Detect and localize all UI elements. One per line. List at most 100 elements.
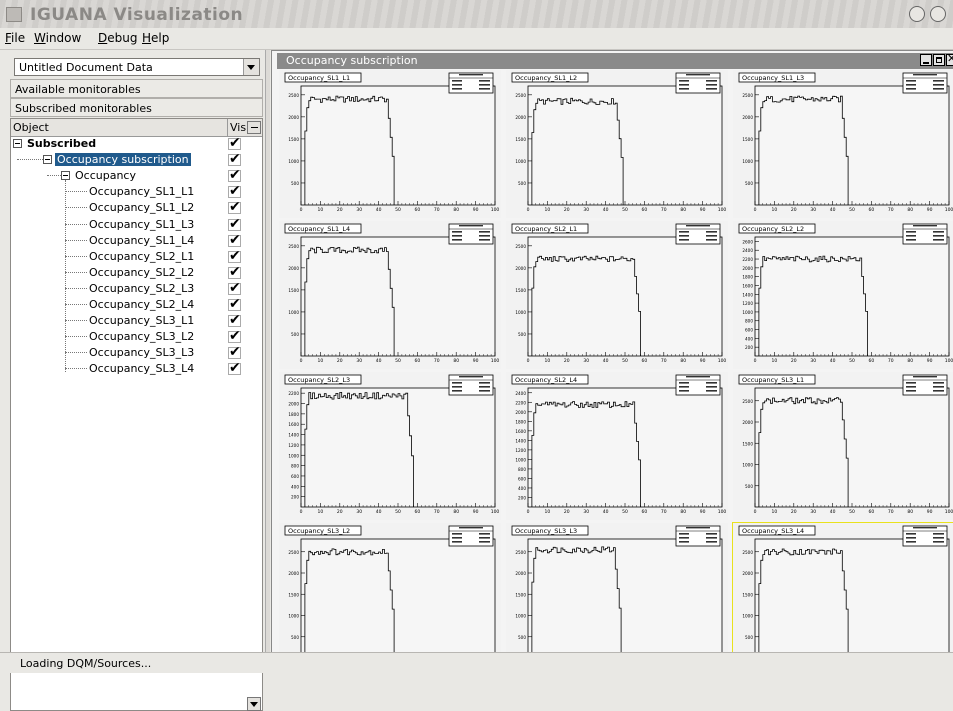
visibility-checkbox[interactable] xyxy=(228,344,241,360)
window-titlebar[interactable]: IGUANA Visualization xyxy=(0,0,953,29)
visibility-checkbox[interactable] xyxy=(228,183,241,199)
canvas-close-button[interactable]: ✕ xyxy=(946,52,953,66)
histogram-panel[interactable]: 200 400 600 800 1000 1200 1400 1600 1800 2000 2200… xyxy=(733,221,953,369)
document-select[interactable]: Untitled Document Data xyxy=(14,58,260,76)
minimize-button[interactable] xyxy=(909,6,925,22)
tree-item[interactable]: Occupancy xyxy=(11,167,262,184)
histogram-chart[interactable]: 5001000150020002500010203040506070809010… xyxy=(733,70,953,218)
stats-text xyxy=(679,239,689,241)
tree-item[interactable]: Subscribed xyxy=(11,135,262,152)
collapse-icon[interactable] xyxy=(43,155,52,165)
collapse-icon[interactable] xyxy=(13,139,22,148)
histogram-chart[interactable]: 5001000150020002500010203040506070809010… xyxy=(506,523,728,671)
histogram-chart[interactable]: 5001000150020002500010203040506070809010… xyxy=(733,372,953,520)
histogram-panel[interactable]: 5001000150020002500010203040506070809010… xyxy=(279,221,501,369)
histogram-chart[interactable]: 5001000150020002500010203040506070809010… xyxy=(279,70,501,218)
tree-item[interactable]: Occupancy_SL3_L4 xyxy=(11,360,262,377)
app-icon[interactable] xyxy=(6,7,22,22)
histogram-panel[interactable]: 5001000150020002500010203040506070809010… xyxy=(732,522,953,672)
histogram-chart[interactable]: 2004006008001000120014001600180020002200… xyxy=(279,372,501,520)
histogram-chart[interactable]: 5001000150020002500010203040506070809010… xyxy=(733,523,953,671)
tree-item[interactable]: Occupancy_SL3_L1 xyxy=(11,312,262,329)
stats-text xyxy=(479,541,490,543)
scroll-down-button[interactable] xyxy=(247,697,261,711)
menu-file[interactable]: File xyxy=(5,31,25,45)
visibility-checkbox[interactable] xyxy=(228,232,241,248)
canvas-window-titlebar[interactable]: Occupancy subscription ✕ xyxy=(277,52,953,69)
y-tick-label: 1000 xyxy=(288,310,299,315)
visibility-checkbox[interactable] xyxy=(228,248,241,264)
y-tick-label: 1000 xyxy=(742,614,753,619)
maximize-button[interactable] xyxy=(930,6,946,22)
menu-window[interactable]: Window xyxy=(34,31,81,45)
x-tick-label: 0 xyxy=(527,509,530,515)
stats-text xyxy=(706,537,717,539)
visibility-checkbox[interactable] xyxy=(228,167,241,183)
histogram-chart[interactable]: 5001000150020002500010203040506070809010… xyxy=(279,221,501,369)
tree-collapse-button[interactable] xyxy=(247,121,261,134)
column-header-vis[interactable]: Vis xyxy=(227,119,246,136)
tree-item[interactable]: Occupancy_SL3_L2 xyxy=(11,328,262,345)
histogram-panel[interactable]: 200 400 600 800 1000 1200 1400 1600 1800 2000 2200… xyxy=(506,372,728,520)
available-monitorables-tab[interactable]: Available monitorables xyxy=(10,79,263,98)
tree-item[interactable]: Occupancy_SL1_L2 xyxy=(11,199,262,216)
histogram-panel[interactable]: 5001000150020002500010203040506070809010… xyxy=(733,70,953,218)
pane-splitter[interactable] xyxy=(265,50,270,655)
visibility-checkbox[interactable] xyxy=(228,360,241,376)
left-pane: Untitled Document Data Available monitor… xyxy=(10,53,263,711)
menu-help[interactable]: Help xyxy=(142,31,169,45)
visibility-checkbox[interactable] xyxy=(228,216,241,232)
stats-text xyxy=(906,231,916,233)
monitorables-tree[interactable]: Object Vis Subscribed Occupancy subscript… xyxy=(10,118,263,711)
tree-item[interactable]: Occupancy_SL2_L4 xyxy=(11,296,262,313)
subscribed-monitorables-tab[interactable]: Subscribed monitorables xyxy=(10,98,263,117)
histogram-chart[interactable]: 5001000150020002500010203040506070809010… xyxy=(506,70,728,218)
histogram-chart[interactable]: 5001000150020002500010203040506070809010… xyxy=(279,523,501,671)
tree-item[interactable]: Occupancy_SL3_L3 xyxy=(11,344,262,361)
tree-item[interactable]: Occupancy subscription xyxy=(11,151,262,168)
stats-text xyxy=(933,541,944,543)
visibility-checkbox[interactable] xyxy=(228,328,241,344)
histogram-panel[interactable]: 5001000150020002500010203040506070809010… xyxy=(506,523,728,671)
stats-text xyxy=(686,376,710,378)
stats-box xyxy=(675,374,721,396)
visibility-checkbox[interactable] xyxy=(228,199,241,215)
histogram-panel[interactable]: 200 400 600 800 1000 1200 1400 1600 1800 2000 2200… xyxy=(279,372,501,520)
visibility-checkbox[interactable] xyxy=(228,151,241,167)
histogram-chart[interactable]: 2004006008001000120014001600180020002200… xyxy=(506,372,728,520)
tree-item[interactable]: Occupancy_SL2_L2 xyxy=(11,264,262,281)
visibility-checkbox[interactable] xyxy=(228,135,241,151)
histogram-chart[interactable]: 2004006008001000120014001600180020002200… xyxy=(733,221,953,369)
canvas-minimize-button[interactable] xyxy=(920,54,932,66)
tree-connector xyxy=(65,368,87,370)
tree-item[interactable]: Occupancy_SL1_L4 xyxy=(11,232,262,249)
collapse-icon[interactable] xyxy=(61,171,70,181)
tree-item[interactable]: Occupancy_SL2_L1 xyxy=(11,248,262,265)
tree-item[interactable]: Occupancy_SL1_L3 xyxy=(11,216,262,233)
visibility-checkbox[interactable] xyxy=(228,264,241,280)
y-tick-label: 600 xyxy=(518,476,526,481)
canvas-maximize-button[interactable] xyxy=(933,54,945,66)
x-tick-label: 10 xyxy=(545,358,551,364)
histogram-panel[interactable]: 5001000150020002500010203040506070809010… xyxy=(279,70,501,218)
x-tick-label: 90 xyxy=(473,358,479,364)
menu-debug[interactable]: Debug xyxy=(98,31,137,45)
histogram-chart[interactable]: 5001000150020002500010203040506070809010… xyxy=(506,221,728,369)
y-tick-label: 500 xyxy=(745,181,753,186)
x-tick-label: 40 xyxy=(603,207,609,213)
column-header-object[interactable]: Object xyxy=(13,121,49,134)
histogram-panel[interactable]: 5001000150020002500010203040506070809010… xyxy=(279,523,501,671)
visibility-checkbox[interactable] xyxy=(228,296,241,312)
chevron-down-icon[interactable] xyxy=(243,59,259,75)
histogram-panel[interactable]: 5001000150020002500010203040506070809010… xyxy=(733,372,953,520)
visibility-checkbox[interactable] xyxy=(228,280,241,296)
histogram-panel[interactable]: 5001000150020002500010203040506070809010… xyxy=(506,70,728,218)
visibility-checkbox[interactable] xyxy=(228,312,241,328)
canvas-area: Occupancy subscription ✕ 500 1000 1500 2000… xyxy=(271,50,953,672)
stats-box xyxy=(902,223,948,245)
x-tick-label: 60 xyxy=(869,358,875,364)
histogram-panel[interactable]: 5001000150020002500010203040506070809010… xyxy=(506,221,728,369)
tree-item[interactable]: Occupancy_SL2_L3 xyxy=(11,280,262,297)
tree-item[interactable]: Occupancy_SL1_L1 xyxy=(11,183,262,200)
stats-text xyxy=(686,74,710,76)
